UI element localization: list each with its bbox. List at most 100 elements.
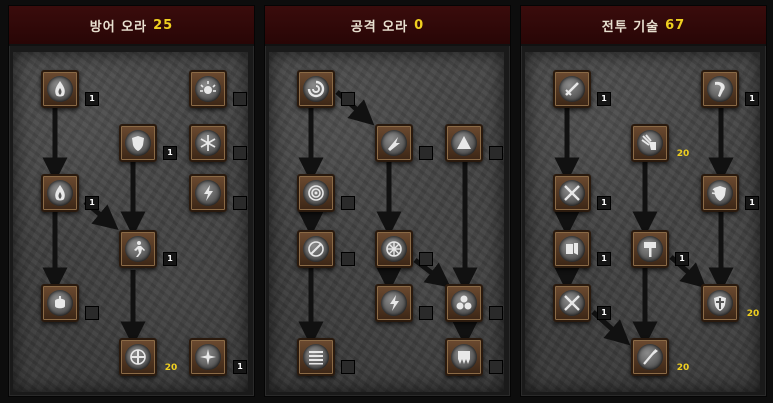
skill-level (489, 306, 503, 320)
skill-icon-face (559, 180, 585, 206)
skill-level (233, 196, 247, 210)
crossed-swords-icon (564, 295, 580, 311)
skill-button[interactable] (41, 70, 79, 108)
skill-button[interactable] (119, 124, 157, 162)
skill-button[interactable] (297, 230, 335, 268)
skill-icon-face (381, 130, 407, 156)
skill-level (419, 146, 433, 160)
skill-level: 1 (85, 196, 99, 210)
skill-button[interactable] (631, 230, 669, 268)
skill-icon-face (125, 236, 151, 262)
skill-icon-face (303, 344, 329, 370)
swirl-icon (307, 80, 325, 98)
skill-button[interactable] (553, 230, 591, 268)
skill-button[interactable] (189, 70, 227, 108)
skill-icon-face (637, 344, 663, 370)
skill-level: 1 (745, 196, 759, 210)
skill-button[interactable] (701, 70, 739, 108)
skill-icon-face (381, 290, 407, 316)
clover-icon (456, 295, 472, 310)
skill-button[interactable] (41, 284, 79, 322)
skill-button[interactable] (375, 230, 413, 268)
skill-button[interactable] (445, 338, 483, 376)
skill-level (489, 146, 503, 160)
skill-button[interactable] (701, 174, 739, 212)
skill-tree-board: 1 1 1 1 20 1 (13, 52, 248, 392)
skill-button[interactable] (631, 124, 669, 162)
holy-shield-icon (711, 186, 726, 201)
skill-tab-offensive-auras: 공격 오라 0 (264, 5, 511, 397)
skill-icon-face (47, 76, 73, 102)
tab-header[interactable]: 전투 기술 67 (521, 6, 766, 46)
skill-button[interactable] (297, 70, 335, 108)
target-icon (308, 185, 324, 201)
skill-level (489, 360, 503, 374)
skill-button[interactable] (375, 124, 413, 162)
skill-level (341, 360, 355, 374)
skill-level (341, 252, 355, 266)
tab-title: 공격 오라 (350, 19, 409, 35)
skill-tab-defensive-auras: 방어 오라 25 1 1 1 1 20 1 (8, 5, 255, 397)
skill-button[interactable] (553, 284, 591, 322)
skill-button[interactable] (553, 174, 591, 212)
tooth-icon (458, 351, 470, 364)
flame-icon (55, 185, 65, 201)
skill-icon-face (195, 344, 221, 370)
skill-level (419, 252, 433, 266)
snowflake-icon (200, 135, 216, 151)
skill-level: 1 (163, 146, 177, 160)
tab-header[interactable]: 방어 오라 25 (9, 6, 254, 46)
slash-icon (308, 241, 324, 257)
skill-icon-face (125, 344, 151, 370)
skill-button[interactable] (41, 174, 79, 212)
skill-level: 1 (163, 252, 177, 266)
sun-icon (200, 81, 216, 94)
tab-points: 25 (153, 17, 174, 33)
skill-tree-board: 1 1 20 1 1 1 1 1 20 20 (525, 52, 760, 392)
skill-level: 1 (85, 92, 99, 106)
fire-bolt-icon (388, 137, 400, 151)
crossed-swords-icon (564, 185, 580, 201)
skill-level: 1 (597, 306, 611, 320)
skill-button[interactable] (375, 284, 413, 322)
tab-header[interactable]: 공격 오라 0 (265, 6, 510, 46)
skill-button[interactable] (631, 338, 669, 376)
bolt-hand-icon (641, 134, 656, 150)
skill-level: 1 (597, 92, 611, 106)
skill-button[interactable] (701, 284, 739, 322)
lightning-icon (390, 295, 399, 311)
skill-button[interactable] (297, 174, 335, 212)
skill-level (341, 196, 355, 210)
skill-level: 20 (164, 363, 178, 373)
fist-icon (55, 296, 65, 309)
skill-button[interactable] (445, 124, 483, 162)
skill-icon-face (451, 290, 477, 316)
skill-button[interactable] (445, 284, 483, 322)
skill-button[interactable] (119, 338, 157, 376)
smite-icon (566, 243, 578, 255)
skill-button[interactable] (553, 70, 591, 108)
skill-button[interactable] (189, 124, 227, 162)
skill-icon-face (707, 180, 733, 206)
skill-icon-face (195, 180, 221, 206)
skill-icon-face (195, 76, 221, 102)
skill-tab-combat-skills: 전투 기술 67 1 1 20 1 1 1 1 1 20 20 (520, 5, 767, 397)
skill-level: 20 (676, 149, 690, 159)
skill-level: 20 (746, 309, 760, 319)
flame-icon (55, 81, 65, 97)
skill-level (233, 92, 247, 106)
skill-level: 1 (675, 252, 689, 266)
skill-icon-face (303, 180, 329, 206)
skill-level (419, 306, 433, 320)
skill-button[interactable] (297, 338, 335, 376)
charge-icon (715, 81, 725, 97)
skill-button[interactable] (119, 230, 157, 268)
hammer-icon (644, 242, 656, 257)
skill-button[interactable] (189, 338, 227, 376)
skill-icon-face (559, 76, 585, 102)
skill-icon-face (303, 236, 329, 262)
spear-icon (643, 349, 658, 365)
skill-icon-face (195, 130, 221, 156)
sword-icon (565, 82, 579, 96)
skill-button[interactable] (189, 174, 227, 212)
